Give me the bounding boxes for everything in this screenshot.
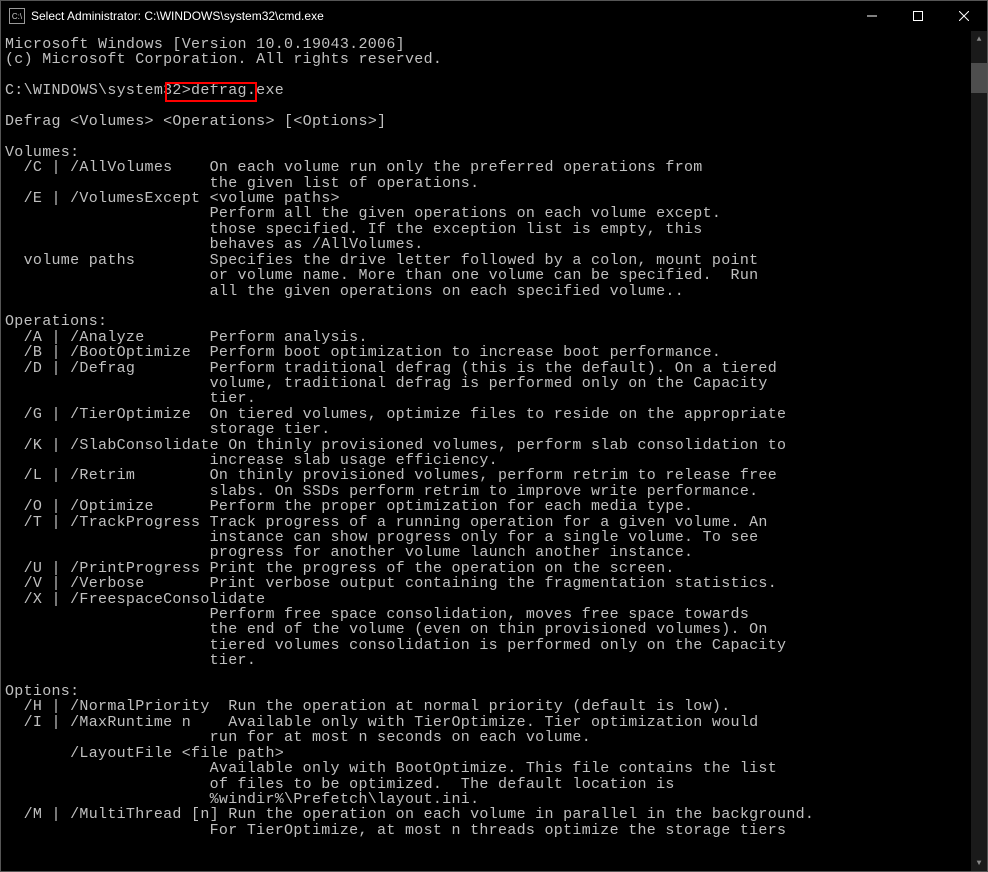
titlebar[interactable]: C:\ Select Administrator: C:\WINDOWS\sys… xyxy=(1,1,987,31)
scroll-down-button[interactable]: ▼ xyxy=(971,855,987,871)
cmd-icon: C:\ xyxy=(9,8,25,24)
vertical-scrollbar[interactable]: ▲ ▼ xyxy=(971,31,987,871)
window-title: Select Administrator: C:\WINDOWS\system3… xyxy=(31,9,849,23)
terminal-output[interactable]: Microsoft Windows [Version 10.0.19043.20… xyxy=(1,31,971,871)
scroll-up-button[interactable]: ▲ xyxy=(971,31,987,47)
scroll-thumb[interactable] xyxy=(971,63,987,93)
close-button[interactable] xyxy=(941,1,987,31)
cmd-window: C:\ Select Administrator: C:\WINDOWS\sys… xyxy=(0,0,988,872)
maximize-button[interactable] xyxy=(895,1,941,31)
client-area: Microsoft Windows [Version 10.0.19043.20… xyxy=(1,31,987,871)
minimize-button[interactable] xyxy=(849,1,895,31)
window-controls xyxy=(849,1,987,31)
